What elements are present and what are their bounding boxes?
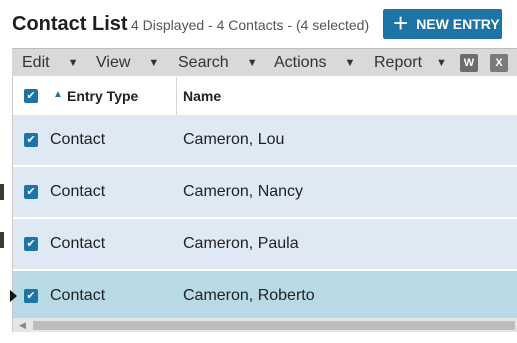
row-checkbox[interactable]: ✔ [24,133,38,147]
select-all-checkbox[interactable]: ✔ [24,89,38,103]
menu-search[interactable]: Search ▼ [178,49,258,76]
column-header-entry-type[interactable]: Entry Type [67,88,138,104]
entry-type-cell: Contact [50,131,106,148]
table-row-current[interactable]: ✔ Contact Cameron, Roberto [10,271,517,323]
current-row-pointer-icon [10,290,17,302]
horizontal-scrollbar[interactable]: ◀ [13,317,517,332]
word-icon[interactable]: W [460,54,478,72]
caret-down-icon: ▼ [246,56,258,69]
menu-label: Edit [22,53,50,71]
row-checkbox[interactable]: ✔ [24,237,38,251]
entry-type-cell: Contact [50,287,106,304]
scroll-left-icon[interactable]: ◀ [19,320,26,331]
row-checkbox[interactable]: ✔ [24,185,38,199]
plus-icon: + [393,8,409,38]
menu-edit[interactable]: Edit ▼ [22,49,78,76]
menu-view[interactable]: View ▼ [96,49,159,76]
caret-down-icon: ▼ [344,56,356,69]
menu-toolbar: Edit ▼ View ▼ Search ▼ Actions ▼ Report … [12,48,517,76]
menu-label: View [96,53,131,71]
menu-actions[interactable]: Actions ▼ [274,49,355,76]
menu-report[interactable]: Report ▼ [374,49,447,76]
scrollbar-thumb[interactable] [33,321,515,330]
table-row[interactable]: ✔ Contact Cameron, Nancy [13,167,517,219]
menu-label: Report [374,53,423,71]
column-header-name[interactable]: Name [183,88,221,104]
selection-summary: 4 Displayed - 4 Contacts - (4 selected) [131,17,370,33]
page-title: Contact List [12,13,128,35]
window-edge-strip [0,184,4,200]
menu-label: Search [178,53,229,71]
name-cell: Cameron, Lou [183,131,285,148]
entry-type-cell: Contact [50,183,106,200]
table-row[interactable]: ✔ Contact Cameron, Lou [13,115,517,167]
page-header: Contact List 4 Displayed - 4 Contacts - … [0,0,517,48]
grid-header: ✔ ▲ Entry Type Name [13,77,517,116]
entry-type-cell: Contact [50,235,106,252]
new-entry-button[interactable]: + NEW ENTRY [383,9,502,39]
row-checkbox[interactable]: ✔ [24,289,38,303]
contact-grid: ✔ ▲ Entry Type Name ✔ Contact Cameron, L… [10,77,517,332]
table-row[interactable]: ✔ Contact Cameron, Paula [13,219,517,271]
column-divider[interactable] [176,77,177,115]
new-entry-label: NEW ENTRY [416,16,500,32]
caret-down-icon: ▼ [67,56,79,69]
name-cell: Cameron, Roberto [183,287,315,304]
window-edge-strip [0,232,4,248]
excel-icon[interactable]: X [490,54,508,72]
name-cell: Cameron, Nancy [183,183,304,200]
name-cell: Cameron, Paula [183,235,299,252]
menu-label: Actions [274,53,327,71]
caret-down-icon: ▼ [436,56,447,69]
caret-down-icon: ▼ [148,56,160,69]
sort-ascending-icon[interactable]: ▲ [53,89,63,100]
